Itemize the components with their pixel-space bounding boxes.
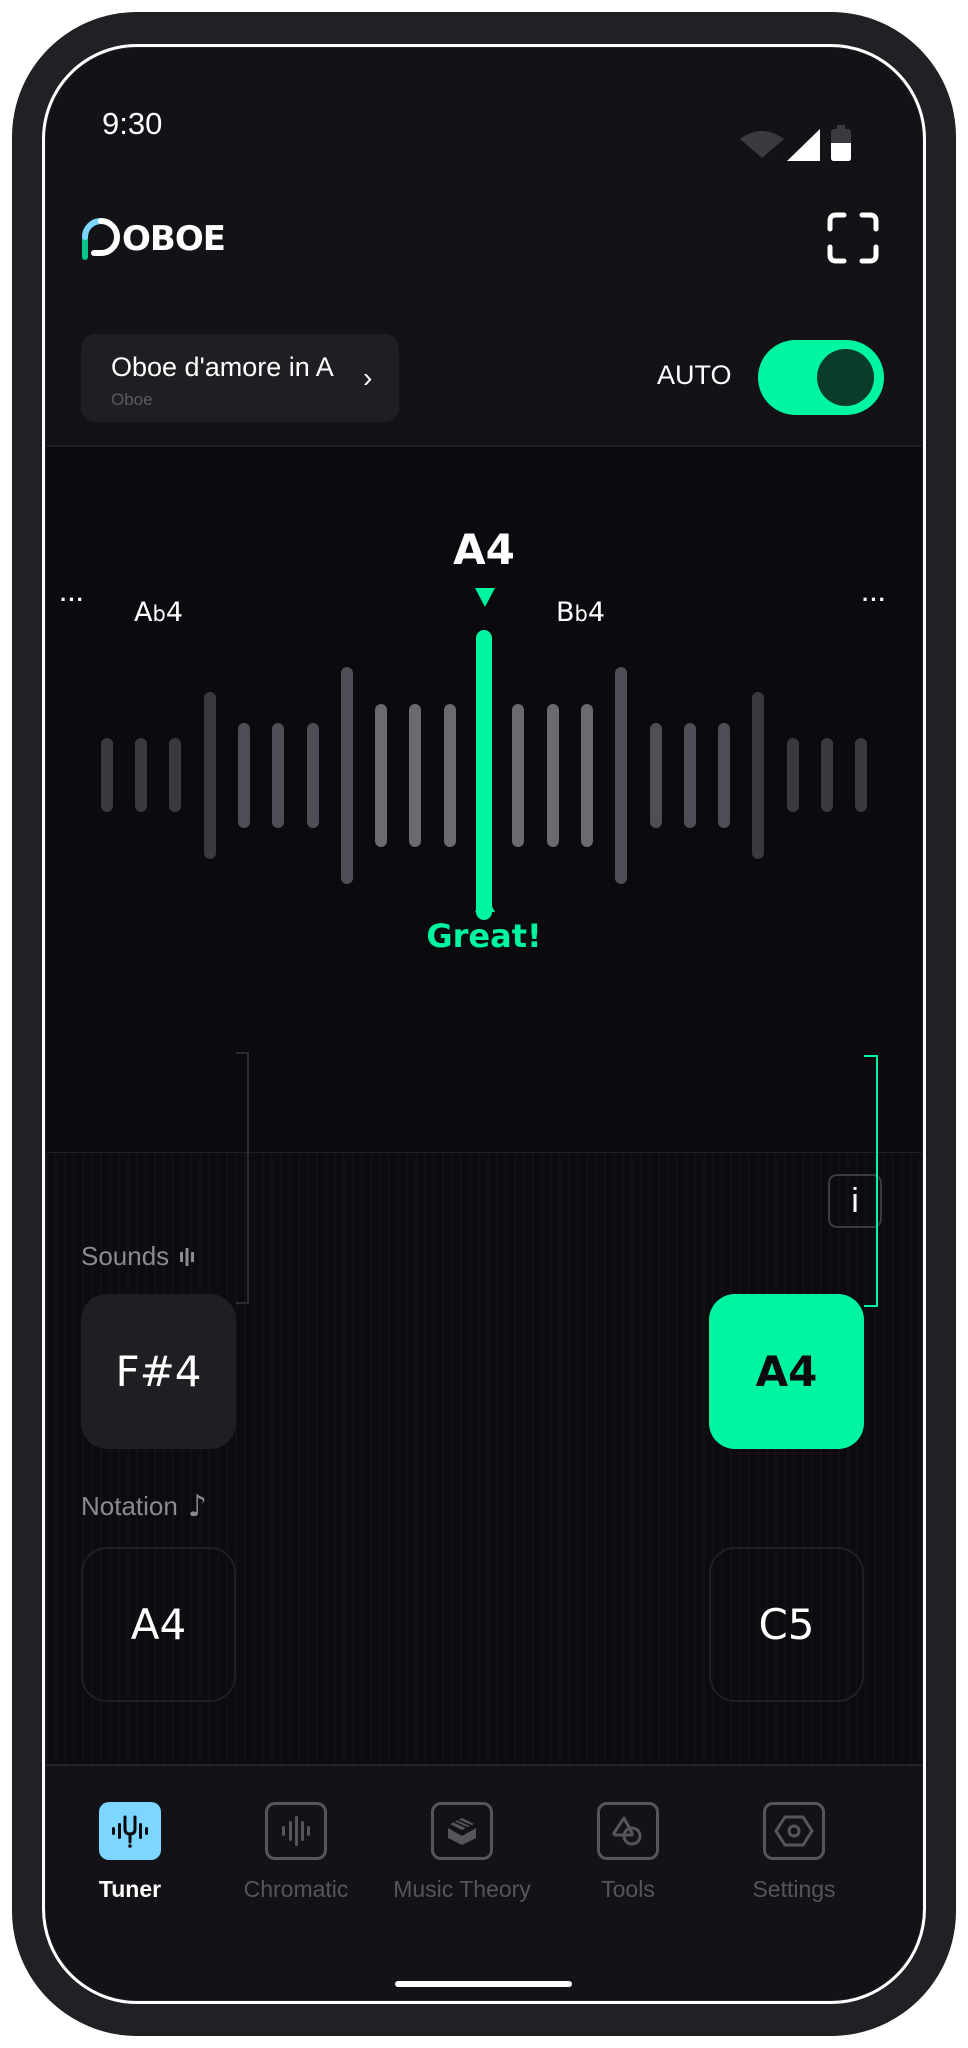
- meter-tick: [272, 722, 285, 828]
- prev-note-accidental: b: [152, 602, 166, 626]
- meter-tick: [135, 738, 147, 812]
- meter-tick: [683, 722, 696, 828]
- waveform-icon: [265, 1802, 327, 1860]
- more-notes-right[interactable]: ···: [862, 587, 887, 613]
- meter-tick: [718, 722, 731, 828]
- nav-music-theory[interactable]: Music Theory: [378, 1802, 546, 1903]
- meter-tick: [409, 703, 422, 847]
- next-note-letter: B: [556, 597, 575, 628]
- instrument-name: Oboe d'amore in A: [111, 352, 334, 382]
- next-note-octave: 4: [587, 597, 606, 628]
- nav-label: Tuner: [98, 1876, 162, 1902]
- meter-tick: [203, 691, 216, 859]
- nav-label: Tools: [601, 1876, 655, 1902]
- tuning-feedback: Great!: [426, 917, 542, 955]
- tuner-display: A4 ··· Ab4 Bb4 ··· Great!: [46, 447, 922, 1153]
- chevron-right-icon: ›: [363, 362, 373, 393]
- bottom-nav: Tuner Chromatic Music Theory Tools Setti…: [46, 1766, 922, 2000]
- sounds-label-text: Sounds: [81, 1241, 170, 1271]
- home-indicator[interactable]: [395, 1981, 572, 1987]
- nav-settings[interactable]: Settings: [710, 1802, 878, 1903]
- sounds-right-note[interactable]: A4: [709, 1294, 864, 1449]
- meter-tick: [237, 722, 250, 828]
- sound-wave-icon: [180, 1247, 195, 1266]
- auto-label: AUTO: [657, 360, 732, 390]
- more-notes-left[interactable]: ···: [60, 587, 85, 613]
- meter-tick: [512, 703, 525, 847]
- meter-tick: [340, 666, 353, 884]
- app-name: OBOE: [122, 219, 226, 259]
- nav-label: Chromatic: [243, 1876, 349, 1902]
- nav-tuner[interactable]: Tuner: [46, 1802, 214, 1903]
- target-note: A4: [453, 525, 515, 574]
- link-line-right: [864, 1055, 878, 1307]
- auto-toggle[interactable]: [758, 340, 884, 415]
- prev-note-octave: 4: [165, 597, 184, 628]
- next-note-accidental: b: [574, 602, 588, 626]
- app-screen: 9:30 OBOE Oboe d'amore in A Oboe › AUTO: [46, 48, 922, 2000]
- notation-left-note[interactable]: A4: [81, 1547, 236, 1702]
- next-note[interactable]: Bb4: [556, 597, 605, 628]
- link-line-left: [236, 1052, 249, 1304]
- toggle-knob: [817, 349, 874, 406]
- tuning-fork-icon: [99, 1802, 161, 1860]
- notation-label-text: Notation: [81, 1491, 178, 1521]
- nav-label: Music Theory: [393, 1876, 531, 1902]
- meter-tick: [580, 703, 593, 847]
- app-logo: OBOE: [80, 216, 226, 262]
- info-icon: i: [851, 1181, 859, 1220]
- prev-note[interactable]: Ab4: [134, 597, 183, 628]
- fullscreen-icon[interactable]: [826, 211, 880, 265]
- nav-chromatic[interactable]: Chromatic: [212, 1802, 380, 1903]
- sounds-left-note[interactable]: F#4: [81, 1294, 236, 1449]
- meter-tick: [100, 738, 113, 812]
- music-note-icon: ♪: [187, 1489, 207, 1524]
- notation-right-note[interactable]: C5: [709, 1547, 864, 1702]
- pointer-up-icon: [475, 893, 495, 912]
- hex-nut-icon: [763, 1802, 825, 1860]
- meter-tick: [546, 703, 559, 847]
- shapes-icon: [597, 1802, 659, 1860]
- meter-tick: [855, 738, 868, 812]
- book-stack-icon: [431, 1802, 493, 1860]
- nav-tools[interactable]: Tools: [544, 1802, 712, 1903]
- instrument-family: Oboe: [111, 390, 153, 409]
- meter-tick: [375, 703, 388, 847]
- pitch-indicator-bar: [476, 630, 492, 920]
- sounds-label: Sounds: [81, 1241, 195, 1272]
- meter-tick: [649, 722, 662, 828]
- meter-tick: [821, 738, 833, 812]
- signal-icon: [787, 129, 820, 161]
- logo-mark-icon: [82, 218, 120, 260]
- meter-tick: [443, 703, 456, 847]
- pointer-down-icon: [475, 588, 495, 607]
- meter-tick: [306, 722, 319, 828]
- instrument-selector[interactable]: Oboe d'amore in A Oboe ›: [81, 334, 399, 422]
- status-time: 9:30: [102, 106, 163, 141]
- nav-label: Settings: [752, 1876, 836, 1902]
- meter-tick: [752, 691, 765, 859]
- meter-tick: [615, 666, 628, 884]
- meter-tick: [786, 738, 799, 812]
- meter-tick: [169, 738, 182, 812]
- notation-label: Notation ♪: [81, 1489, 207, 1524]
- wifi-icon: [740, 131, 784, 158]
- battery-icon: [831, 125, 851, 161]
- prev-note-letter: A: [134, 597, 153, 628]
